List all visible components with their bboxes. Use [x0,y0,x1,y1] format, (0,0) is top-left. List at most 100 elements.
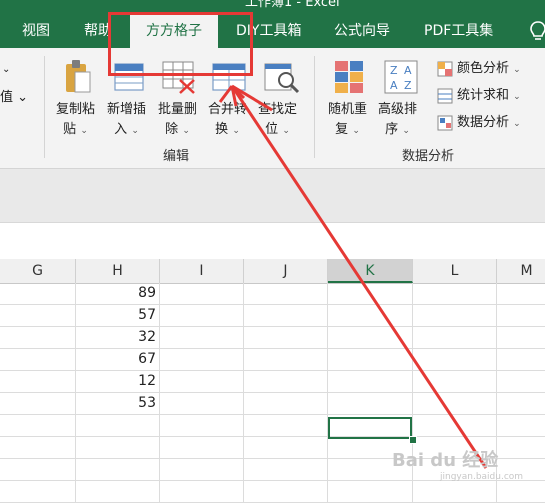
advanced-sort-icon: Z A A Z [384,60,418,94]
grid-cell[interactable] [497,393,545,415]
watermark-main: Bai du 经验 [392,450,499,471]
column-header-m[interactable]: M [497,259,545,283]
grid-cell[interactable] [328,327,413,349]
cell-h-value[interactable]: 57 [76,305,160,327]
grid-cell[interactable] [160,459,244,481]
grid-cell[interactable] [413,305,497,327]
grid-cell[interactable] [76,481,160,503]
color-analysis-label: 颜色分析 [457,61,510,76]
grid-cell[interactable] [413,393,497,415]
batch-delete-line1: 批量删 [158,102,198,117]
grid-cell[interactable] [497,327,545,349]
grid-cell[interactable] [0,393,76,415]
grid-cell[interactable] [0,283,76,305]
chevron-down-icon: ⌄ [513,119,521,129]
grid-cell[interactable] [160,393,244,415]
grid-cell[interactable] [413,327,497,349]
stat-sum-icon [437,88,453,103]
grid-cell[interactable] [413,415,497,437]
grid-cell[interactable] [413,371,497,393]
column-header-l[interactable]: L [413,259,497,283]
grid-cell[interactable] [244,327,328,349]
grid-cell[interactable] [76,415,160,437]
grid-cell[interactable] [497,415,545,437]
insert-button[interactable]: 新增插 入 ⌄ [107,100,146,141]
selected-cell-k[interactable] [328,417,412,439]
grid-cell[interactable] [160,283,244,305]
fill-handle[interactable] [409,436,417,444]
grid-cell[interactable] [244,305,328,327]
column-header-k[interactable]: K [328,259,413,283]
grid-cell[interactable] [160,327,244,349]
random-repeat-button[interactable]: 随机重 复 ⌄ [328,100,367,141]
grid-cell[interactable] [0,305,76,327]
grid-cell[interactable] [497,283,545,305]
grid-cell[interactable] [328,283,413,305]
grid-cell[interactable] [244,481,328,503]
color-analysis-button[interactable]: 颜色分析 ⌄ [437,58,521,80]
copy-paste-button[interactable]: 复制粘 贴 ⌄ [56,100,95,141]
cell-h-value[interactable]: 32 [76,327,160,349]
stat-sum-button[interactable]: 统计求和 ⌄ [437,85,521,107]
merge-convert-line2: 换 [215,122,229,137]
grid-cell[interactable] [0,459,76,481]
grid-cell[interactable] [0,481,76,503]
copy-paste-line1: 复制粘 [56,102,96,117]
grid-cell[interactable] [76,437,160,459]
lightbulb-icon[interactable] [528,20,545,44]
grid-cell[interactable] [160,371,244,393]
title-bar: 工作簿1 - Excel [0,0,545,14]
grid-cell[interactable] [244,415,328,437]
grid-cell[interactable] [244,459,328,481]
grid-cell[interactable] [497,305,545,327]
grid-cell[interactable] [0,437,76,459]
column-header-i[interactable]: I [160,259,244,283]
tab-view[interactable]: 视图 [22,14,50,48]
cell-h-value[interactable]: 12 [76,371,160,393]
grid-cell[interactable] [413,349,497,371]
grid-cell[interactable] [328,393,413,415]
insert-line2: 入 [114,122,128,137]
grid-cell[interactable] [413,283,497,305]
find-locate-button[interactable]: 查找定 位 ⌄ [258,100,297,141]
grid-cell[interactable] [328,305,413,327]
column-header-g[interactable]: G [0,259,76,283]
tab-pdf-tools[interactable]: PDF工具集 [424,14,493,48]
grid-cell[interactable] [328,371,413,393]
random-repeat-line1: 随机重 [328,102,368,117]
cell-h-value[interactable]: 67 [76,349,160,371]
cell-h-value[interactable]: 89 [76,283,160,305]
grid-cell[interactable] [160,415,244,437]
grid-cell[interactable] [160,349,244,371]
grid-cell[interactable] [244,393,328,415]
grid-cell[interactable] [497,371,545,393]
grid-cell[interactable] [244,371,328,393]
ribbon-partial-label[interactable]: 值 ⌄ [0,88,28,108]
clipboard-icon [66,60,91,93]
grid-cell[interactable] [0,415,76,437]
grid-cell[interactable] [328,349,413,371]
grid-cell[interactable] [244,437,328,459]
data-analysis-icon [437,115,453,130]
group-label-edit: 编辑 [163,149,190,164]
grid-cell[interactable] [244,349,328,371]
tab-formula-wizard[interactable]: 公式向导 [334,14,390,48]
data-analysis-button[interactable]: 数据分析 ⌄ [437,112,521,134]
grid-cell[interactable] [0,371,76,393]
find-locate-icon [264,63,300,94]
grid-cell[interactable] [160,305,244,327]
column-header-j[interactable]: J [244,259,328,283]
column-header-h[interactable]: H [76,259,160,283]
grid-cell[interactable] [76,459,160,481]
merge-convert-button[interactable]: 合并转 换 ⌄ [208,100,247,141]
grid-cell[interactable] [160,437,244,459]
grid-cell[interactable] [160,481,244,503]
cell-h-value[interactable]: 53 [76,393,160,415]
grid-cell[interactable] [497,349,545,371]
grid-cell[interactable] [244,283,328,305]
advanced-sort-button[interactable]: 高级排 序 ⌄ [378,100,417,141]
ribbon-partial-dropdown[interactable]: ⌄ [2,60,10,80]
grid-cell[interactable] [0,327,76,349]
grid-cell[interactable] [0,349,76,371]
batch-delete-button[interactable]: 批量删 除 ⌄ [158,100,197,141]
